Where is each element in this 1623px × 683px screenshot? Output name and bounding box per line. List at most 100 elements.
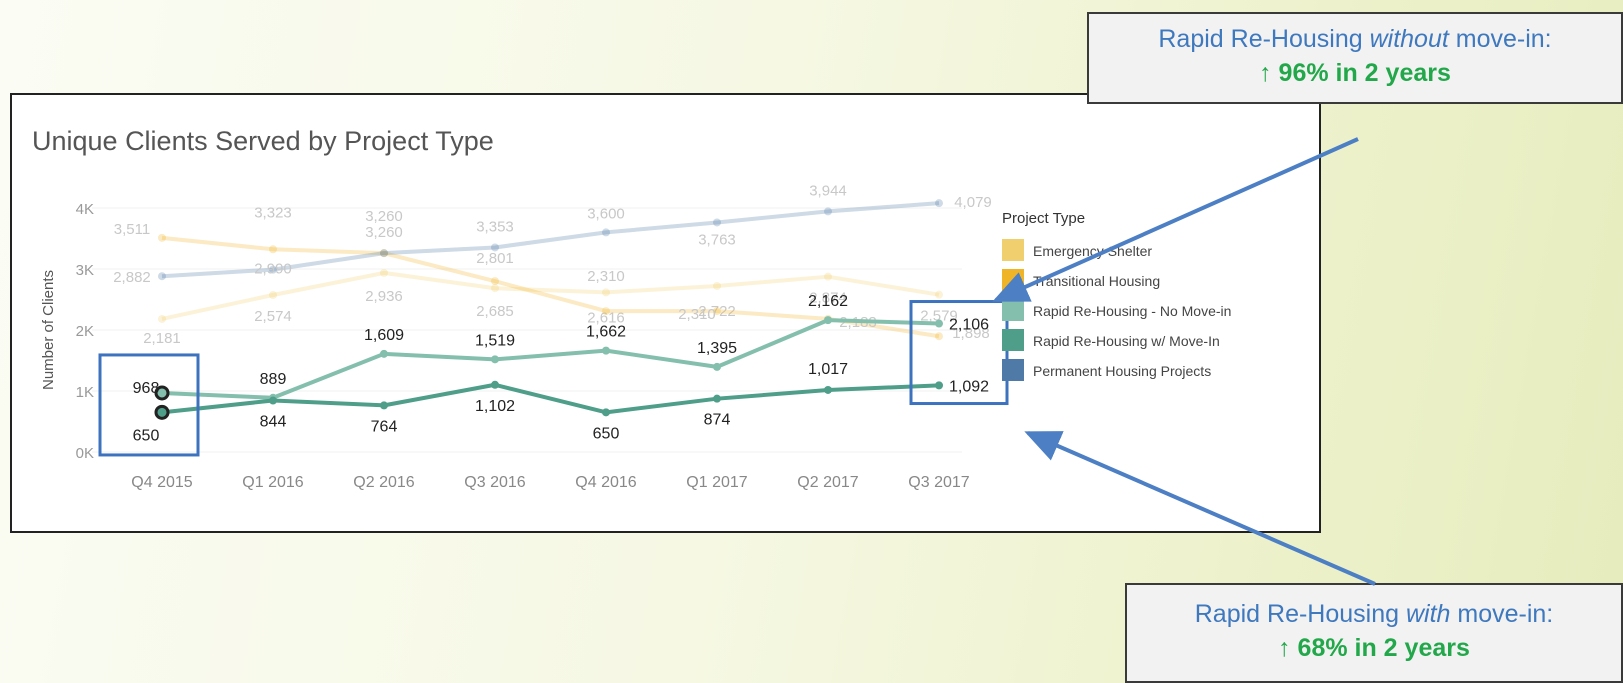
chart-frame: Unique Clients Served by Project Type 0K… <box>10 93 1321 533</box>
data-point <box>602 346 610 355</box>
callout-top-heading: Rapid Re-Housing without move-in: <box>1089 22 1621 56</box>
legend-swatch <box>1002 299 1024 321</box>
x-tick-label: Q2 2017 <box>797 474 858 491</box>
y-tick-label: 4K <box>76 201 94 218</box>
data-point <box>380 401 388 410</box>
series-line <box>161 382 940 415</box>
callout-bottom-emphasis: with <box>1405 600 1451 628</box>
data-label: 1,092 <box>949 378 989 395</box>
data-point <box>935 381 943 390</box>
y-tick-label: 2K <box>76 323 94 340</box>
data-label: 2,310 <box>587 268 625 285</box>
x-tick-label: Q4 2016 <box>575 474 636 491</box>
data-point <box>602 288 610 297</box>
data-label: 3,260 <box>365 224 403 241</box>
chart-svg: Unique Clients Served by Project Type 0K… <box>32 126 1231 491</box>
data-label: 3,353 <box>476 218 514 235</box>
data-label: 2,990 <box>254 261 292 278</box>
callout-bottom-prefix: Rapid Re-Housing <box>1194 600 1406 628</box>
data-point <box>935 332 943 341</box>
legend-swatch <box>1002 329 1024 351</box>
data-point <box>713 218 721 227</box>
data-label: 968 <box>133 380 160 397</box>
data-point <box>935 319 943 328</box>
x-tick-label: Q3 2017 <box>908 474 969 491</box>
callout-bottom-heading: Rapid Re-Housing with move-in: <box>1127 597 1621 631</box>
data-label: 650 <box>593 425 620 442</box>
legend-label: Rapid Re-Housing - No Move-in <box>1033 303 1231 319</box>
data-point <box>491 277 499 286</box>
data-label: 1,662 <box>586 324 626 341</box>
data-label: 1,102 <box>475 398 515 415</box>
data-point <box>158 233 166 242</box>
data-point <box>713 281 721 290</box>
data-point <box>602 307 610 316</box>
legend-swatch <box>1002 359 1024 381</box>
data-label: 764 <box>371 418 398 435</box>
callout-rrh-with-move-in: Rapid Re-Housing with move-in: ↑ 68% in … <box>1125 583 1623 683</box>
data-point <box>269 245 277 254</box>
data-label: 3,944 <box>809 182 847 199</box>
data-label: 3,323 <box>254 204 292 221</box>
data-label: 889 <box>260 371 287 388</box>
y-tick-label: 1K <box>76 384 94 401</box>
callout-bottom-change: ↑ 68% in 2 years <box>1278 634 1470 662</box>
data-point <box>491 380 499 389</box>
x-tick-label: Q1 2016 <box>242 474 303 491</box>
callout-rrh-without-move-in: Rapid Re-Housing without move-in: ↑ 96% … <box>1087 12 1623 104</box>
legend-label: Emergency Shelter <box>1033 243 1152 259</box>
data-label: 2,685 <box>476 303 514 320</box>
x-tick-label: Q3 2016 <box>464 474 525 491</box>
data-point <box>602 408 610 417</box>
data-label: 1,609 <box>364 327 404 344</box>
callout-bottom-suffix: move-in: <box>1450 600 1554 628</box>
data-label: 650 <box>133 427 160 444</box>
data-point <box>824 316 832 325</box>
data-point <box>158 272 166 281</box>
data-label: 2,162 <box>808 293 848 310</box>
data-label: 3,763 <box>698 231 736 248</box>
data-point <box>269 290 277 299</box>
callout-top-change: ↑ 96% in 2 years <box>1259 59 1451 87</box>
x-tick-label: Q2 2016 <box>353 474 414 491</box>
data-point <box>824 385 832 394</box>
data-point <box>491 243 499 252</box>
data-point <box>269 396 277 405</box>
data-point <box>602 228 610 237</box>
data-label: 3,511 <box>114 221 150 238</box>
data-point <box>824 207 832 216</box>
data-label: 2,936 <box>365 288 403 305</box>
data-point <box>154 404 170 420</box>
data-label: 874 <box>704 412 731 429</box>
data-label: 2,106 <box>949 317 989 334</box>
y-axis-label: Number of Clients <box>40 270 57 390</box>
data-point <box>935 290 943 299</box>
data-point <box>158 314 166 323</box>
data-point <box>713 362 721 371</box>
data-point <box>491 355 499 364</box>
data-point <box>380 268 388 277</box>
data-label: 1,519 <box>475 332 515 349</box>
data-point <box>491 284 499 293</box>
y-tick-label: 0K <box>76 445 94 462</box>
data-label: 4,079 <box>954 194 992 211</box>
data-label: 1,395 <box>697 340 737 357</box>
data-label: 2,310 <box>678 306 716 323</box>
legend-swatch <box>1002 269 1024 291</box>
data-point <box>935 199 943 208</box>
legend-label: Transitional Housing <box>1033 273 1160 289</box>
data-label: 2,574 <box>254 308 292 325</box>
data-point <box>713 394 721 403</box>
data-label: 3,260 <box>365 208 403 225</box>
data-point <box>380 249 388 258</box>
data-label: 2,801 <box>476 250 514 267</box>
data-point <box>824 272 832 281</box>
data-label: 2,882 <box>113 269 151 286</box>
x-tick-label: Q4 2015 <box>131 474 192 491</box>
legend-label: Rapid Re-Housing w/ Move-In <box>1033 333 1220 349</box>
legend-title: Project Type <box>1002 210 1085 227</box>
y-tick-label: 3K <box>76 262 94 279</box>
data-point <box>380 349 388 358</box>
chart-title: Unique Clients Served by Project Type <box>32 126 494 156</box>
data-label: 3,600 <box>587 205 625 222</box>
